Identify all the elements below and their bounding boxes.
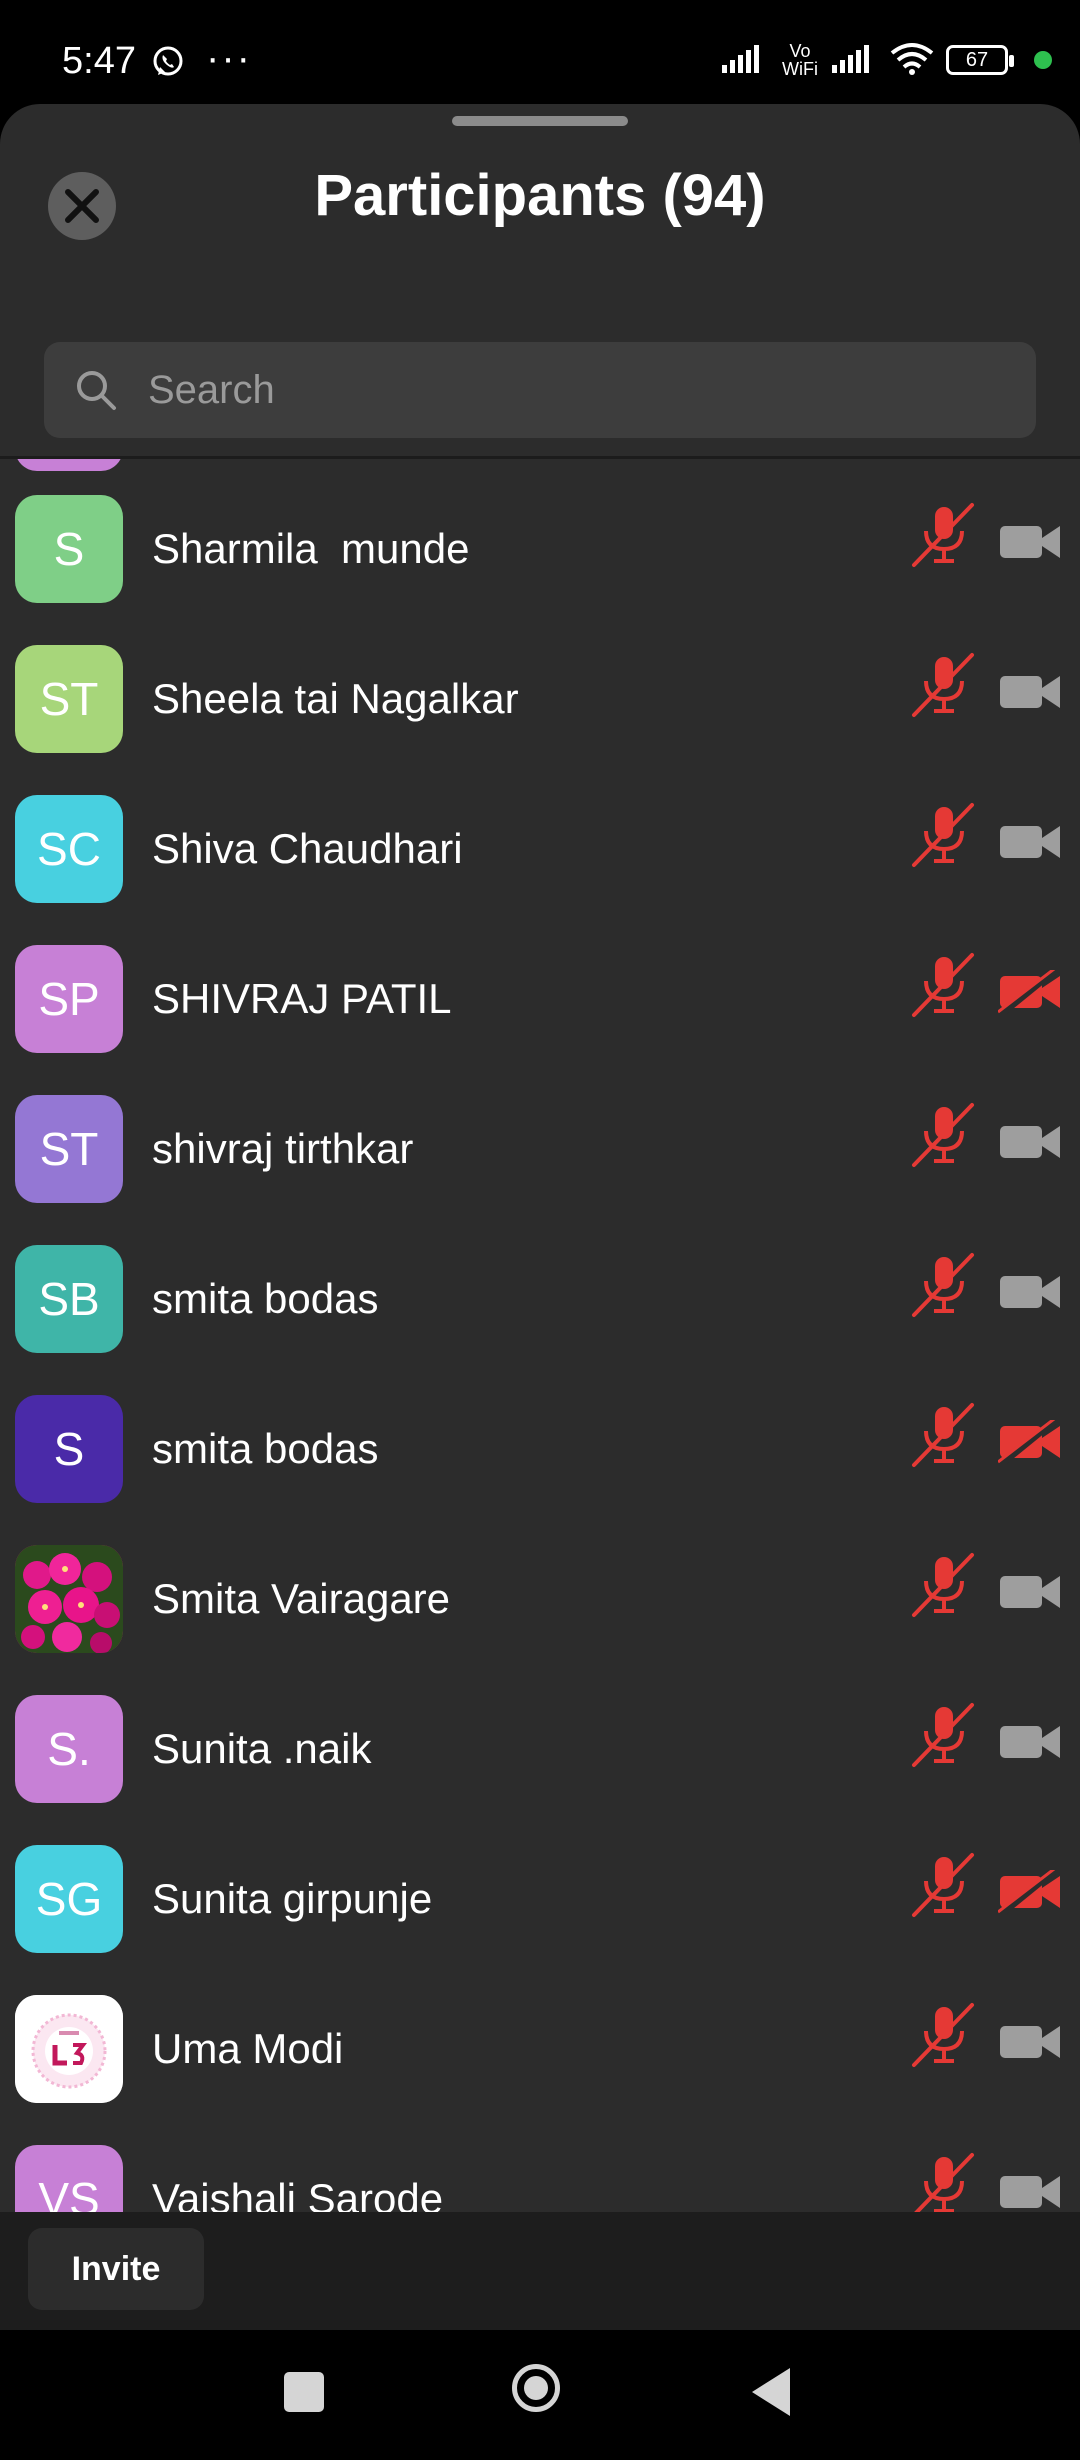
participant-row[interactable]: SB smita bodas — [0, 1224, 1080, 1374]
avatar: S — [15, 495, 123, 603]
wifi-icon — [890, 41, 934, 80]
video-icon[interactable] — [998, 1120, 1064, 1169]
video-icon[interactable] — [998, 1570, 1064, 1619]
battery-level: 67 — [965, 48, 989, 71]
participant-row[interactable]: Ssmita bodas — [0, 1374, 1080, 1524]
mic-muted-icon[interactable] — [908, 651, 978, 726]
back-icon[interactable] — [752, 2368, 790, 2416]
whatsapp-icon — [150, 44, 186, 85]
mic-muted-icon[interactable] — [908, 501, 978, 576]
bottom-bar: Invite — [0, 2212, 1080, 2330]
mic-muted-icon[interactable] — [908, 951, 978, 1026]
participant-name: Uma Modi — [152, 2025, 344, 2072]
search-bar[interactable] — [44, 342, 1036, 438]
mic-muted-icon[interactable] — [908, 1101, 978, 1176]
page-title: Participants (94) — [314, 163, 766, 228]
mic-muted-icon[interactable] — [908, 1251, 978, 1326]
participant-name: smita bodas — [152, 1275, 379, 1322]
avatar: ST — [15, 645, 123, 753]
video-icon[interactable] — [998, 520, 1064, 569]
more-notifications-icon: ··· — [206, 36, 252, 80]
participant-name: smita bodas — [152, 1425, 379, 1472]
avatar: S. — [15, 1695, 123, 1803]
vowifi-label: Vo WiFi — [782, 41, 818, 79]
video-off-icon[interactable] — [997, 964, 1064, 1019]
participant-row[interactable]: S Sharmila munde — [0, 474, 1080, 624]
invite-button[interactable]: Invite — [28, 2228, 204, 2310]
search-input[interactable] — [148, 342, 1008, 438]
mic-muted-icon[interactable] — [908, 1551, 978, 1626]
video-icon[interactable] — [998, 820, 1064, 869]
participant-name: shivraj tirthkar — [152, 1125, 414, 1172]
privacy-indicator-dot — [1034, 51, 1052, 69]
mic-muted-icon[interactable] — [908, 1851, 978, 1926]
participant-row[interactable]: VS Vaishali Sarode — [0, 2124, 1080, 2212]
avatar — [15, 459, 123, 471]
avatar: SB — [15, 1245, 123, 1353]
recents-icon[interactable] — [284, 2372, 324, 2412]
avatar: S — [15, 1395, 123, 1503]
avatar: SP — [15, 945, 123, 1053]
video-icon[interactable] — [998, 2020, 1064, 2069]
video-icon[interactable] — [998, 1270, 1064, 1319]
participant-row[interactable]: SG Sunita girpunje — [0, 1824, 1080, 1974]
participant-row[interactable]: S. Sunita .naik — [0, 1674, 1080, 1824]
signal-icon — [832, 43, 878, 78]
participant-name: Sheela tai Nagalkar — [152, 675, 519, 722]
participant-row[interactable]: SP SHIVRAJ PATIL — [0, 924, 1080, 1074]
participants-sheet: Participants (94) S Sharmila munde ST Shee… — [0, 104, 1080, 2330]
status-bar: 5:47 ··· Vo WiFi 67 — [0, 0, 1080, 104]
mic-muted-icon[interactable] — [908, 1401, 978, 1476]
participant-row[interactable]: ST shivraj tirthkar — [0, 1074, 1080, 1224]
mic-muted-icon[interactable] — [908, 2001, 978, 2076]
participant-row[interactable]: Smita Vairagare — [0, 1524, 1080, 1674]
video-icon[interactable] — [998, 670, 1064, 719]
video-off-icon[interactable] — [997, 1864, 1064, 1919]
avatar: SC — [15, 795, 123, 903]
avatar-image — [15, 1545, 123, 1653]
signal-icon — [722, 43, 768, 78]
participant-name: Shiva Chaudhari — [152, 825, 463, 872]
battery-icon: 67 — [946, 45, 1014, 75]
mic-muted-icon[interactable] — [908, 801, 978, 876]
avatar: VS — [15, 2145, 123, 2212]
drag-handle[interactable] — [452, 116, 628, 126]
video-off-icon[interactable] — [997, 1414, 1064, 1469]
participant-name: Sunita girpunje — [152, 1875, 433, 1922]
mic-muted-icon[interactable] — [908, 1701, 978, 1776]
avatar-image — [15, 1995, 123, 2103]
video-icon[interactable] — [998, 2170, 1064, 2212]
participant-row[interactable]: Uma Modi — [0, 1974, 1080, 2124]
participant-name: Sharmila munde — [152, 525, 470, 572]
mic-muted-icon[interactable] — [908, 2151, 978, 2212]
participant-row[interactable]: ST Sheela tai Nagalkar — [0, 624, 1080, 774]
participant-name: Smita Vairagare — [152, 1575, 451, 1622]
search-icon — [74, 368, 118, 417]
participant-name: Vaishali Sarode — [152, 2175, 444, 2212]
participant-name: SHIVRAJ PATIL — [152, 975, 452, 1022]
video-icon[interactable] — [998, 1720, 1064, 1769]
avatar: ST — [15, 1095, 123, 1203]
participant-list[interactable]: S Sharmila munde ST Sheela tai Nagalkar SC… — [0, 459, 1080, 2212]
status-time: 5:47 — [62, 40, 136, 82]
avatar: SG — [15, 1845, 123, 1953]
participant-row[interactable]: SC Shiva Chaudhari — [0, 774, 1080, 924]
navigation-bar — [0, 2330, 1080, 2460]
participant-name: Sunita .naik — [152, 1725, 372, 1772]
home-icon[interactable] — [512, 2364, 560, 2412]
